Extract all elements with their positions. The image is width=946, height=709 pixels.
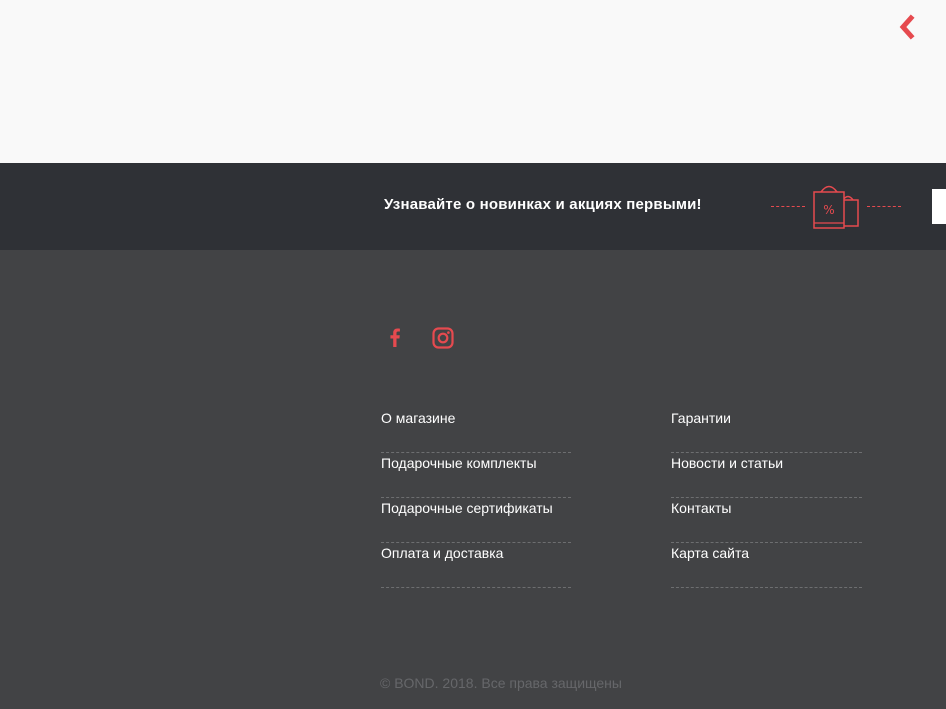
newsletter-dash-right	[867, 206, 901, 207]
instagram-icon[interactable]	[431, 326, 455, 350]
shopping-bags-icon: %	[813, 185, 859, 229]
subscribe-email-input[interactable]	[932, 189, 946, 224]
footer-link-warranty[interactable]: Гарантии	[671, 408, 862, 453]
footer-link-gift-sets[interactable]: Подарочные комплекты	[381, 453, 571, 498]
footer-link-contacts[interactable]: Контакты	[671, 498, 862, 543]
top-area	[0, 0, 946, 163]
chevron-left-icon[interactable]	[896, 14, 918, 40]
footer-link-gift-certificates[interactable]: Подарочные сертификаты	[381, 498, 571, 543]
footer-link-about[interactable]: О магазине	[381, 408, 571, 453]
bag-percent-badge: %	[823, 203, 834, 217]
footer-link-news[interactable]: Новости и статьи	[671, 453, 862, 498]
newsletter-text: Узнавайте о новинках и акциях первыми!	[384, 196, 702, 213]
newsletter-dash-left	[771, 206, 805, 207]
facebook-icon[interactable]	[383, 326, 407, 350]
footer-link-sitemap[interactable]: Карта сайта	[671, 543, 862, 588]
copyright-text: © BOND. 2018. Все права защищены	[380, 675, 622, 691]
footer-link-payment-delivery[interactable]: Оплата и доставка	[381, 543, 571, 588]
